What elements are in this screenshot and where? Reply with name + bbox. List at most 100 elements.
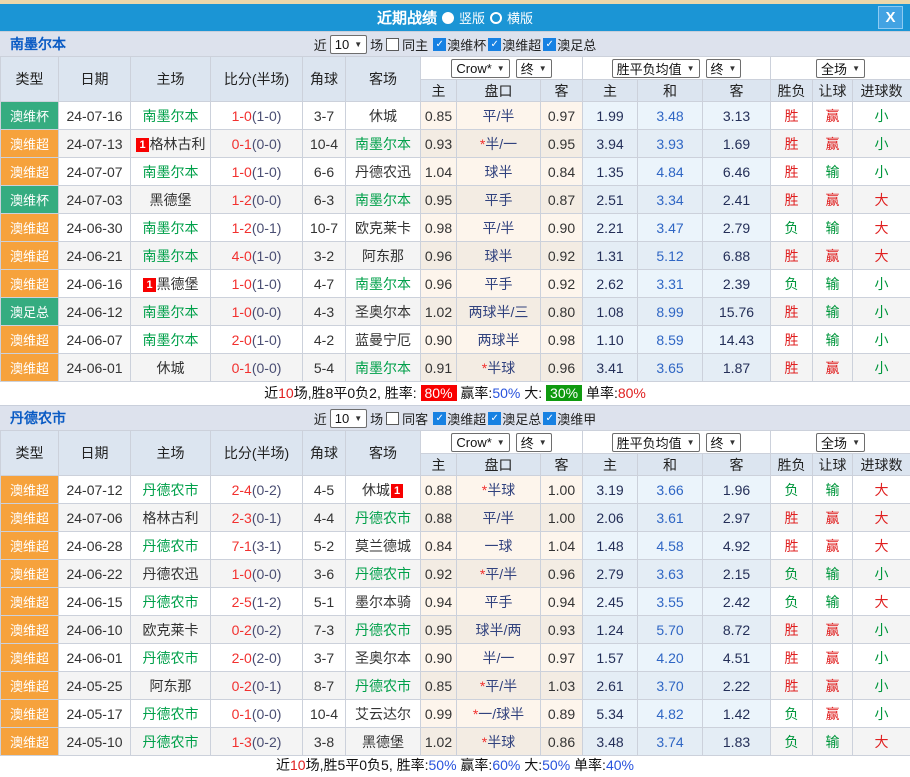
match-date: 24-06-22 bbox=[59, 560, 131, 588]
home-team: 丹德农市 bbox=[131, 700, 211, 728]
col-header-date: 日期 bbox=[59, 431, 131, 476]
league-label[interactable]: 澳维甲 bbox=[557, 409, 596, 428]
summary-segment: 50% bbox=[492, 385, 520, 401]
asian-home-odds: 0.91 bbox=[421, 354, 457, 382]
asian-home-odds: 0.93 bbox=[421, 130, 457, 158]
league-label[interactable]: 澳足总 bbox=[557, 35, 596, 54]
home-team: 丹德农市 bbox=[131, 476, 211, 504]
same-venue-label[interactable]: 同客 bbox=[402, 409, 428, 428]
handicap-line: 平手 bbox=[457, 588, 541, 616]
summary-segment: 60% bbox=[492, 757, 520, 773]
result-goals: 小 bbox=[853, 158, 910, 186]
home-team-name: 南墨尔本 bbox=[143, 304, 199, 320]
score: 1-0(1-0) bbox=[211, 158, 303, 186]
home-team-name: 丹德农市 bbox=[143, 734, 199, 750]
period-select[interactable]: 全场▼ bbox=[816, 59, 865, 78]
chevron-down-icon: ▼ bbox=[354, 40, 362, 49]
asian-away-odds: 0.97 bbox=[541, 102, 583, 130]
avg-time-select[interactable]: 终▼ bbox=[706, 59, 742, 78]
fulltime-score: 7-1 bbox=[232, 538, 252, 554]
asian-home-odds: 1.02 bbox=[421, 298, 457, 326]
odds-time-select[interactable]: 终▼ bbox=[516, 59, 552, 78]
league-checkbox[interactable]: ✓ bbox=[488, 38, 501, 51]
near-label: 近 bbox=[314, 409, 327, 428]
result-handicap: 输 bbox=[813, 560, 853, 588]
same-venue-checkbox[interactable] bbox=[386, 38, 399, 51]
summary-segment: 大: bbox=[520, 385, 546, 401]
asian-away-odds: 0.95 bbox=[541, 130, 583, 158]
filter-bar: 近 10▼ 场 同主 ✓澳维杯✓澳维超✓澳足总 bbox=[314, 35, 596, 54]
chevron-down-icon: ▼ bbox=[852, 64, 860, 73]
match-date: 24-06-21 bbox=[59, 242, 131, 270]
bookmaker-select[interactable]: Crow*▼ bbox=[451, 433, 509, 452]
summary-segment: 单率: bbox=[582, 385, 618, 401]
league-label[interactable]: 澳维超 bbox=[502, 35, 541, 54]
summary-line: 近10场,胜8平0负2, 胜率: 80% 赢率:50% 大: 30% 单率:80… bbox=[0, 382, 910, 405]
horizontal-layout-radio[interactable] bbox=[490, 12, 502, 24]
league-badge: 澳维超 bbox=[1, 504, 59, 532]
league-label[interactable]: 澳维超 bbox=[447, 409, 486, 428]
team-section-away: 丹德农市 近 10▼ 场 同客 ✓澳维超✓澳足总✓澳维甲 类型 日期 主场 比分… bbox=[0, 405, 910, 775]
away-team: 丹德农市 bbox=[346, 616, 421, 644]
result-wdl: 胜 bbox=[771, 158, 813, 186]
same-venue-checkbox[interactable] bbox=[386, 412, 399, 425]
odds-time-select[interactable]: 终▼ bbox=[516, 433, 552, 452]
score: 2-0(1-0) bbox=[211, 326, 303, 354]
euro-home-odds: 2.62 bbox=[583, 270, 638, 298]
away-team-name: 丹德农市 bbox=[355, 510, 411, 526]
league-checkbox[interactable]: ✓ bbox=[488, 412, 501, 425]
league-label[interactable]: 澳维杯 bbox=[447, 35, 486, 54]
period-select[interactable]: 全场▼ bbox=[816, 433, 865, 452]
avg-odds-select[interactable]: 胜平负均值▼ bbox=[612, 433, 700, 452]
league-label[interactable]: 澳足总 bbox=[502, 409, 541, 428]
chevron-down-icon: ▼ bbox=[354, 414, 362, 423]
euro-draw-odds: 4.82 bbox=[638, 700, 703, 728]
games-label: 场 bbox=[370, 409, 383, 428]
euro-home-odds: 1.10 bbox=[583, 326, 638, 354]
table-row: 澳维超24-07-06格林古利2-3(0-1)4-4丹德农市0.88平/半1.0… bbox=[1, 504, 910, 532]
match-count-select[interactable]: 10▼ bbox=[330, 35, 367, 54]
handicap-line: 平/半 bbox=[457, 504, 541, 532]
away-team: 丹德农市 bbox=[346, 672, 421, 700]
away-team-name: 艾云达尔 bbox=[355, 706, 411, 722]
euro-draw-odds: 3.48 bbox=[638, 102, 703, 130]
handicap-line: 两球半 bbox=[457, 326, 541, 354]
table-row: 澳维超24-06-07南墨尔本2-0(1-0)4-2蓝曼宁厄0.90两球半0.9… bbox=[1, 326, 910, 354]
match-count-select[interactable]: 10▼ bbox=[330, 409, 367, 428]
summary-segment: 赢率: bbox=[457, 385, 493, 401]
asian-home-odds: 0.90 bbox=[421, 326, 457, 354]
avg-odds-select[interactable]: 胜平负均值▼ bbox=[612, 59, 700, 78]
handicap-line: *平/半 bbox=[457, 560, 541, 588]
bookmaker-select[interactable]: Crow*▼ bbox=[451, 59, 509, 78]
away-team-name: 休城 bbox=[369, 108, 397, 124]
league-checkbox[interactable]: ✓ bbox=[543, 412, 556, 425]
chevron-down-icon: ▼ bbox=[729, 438, 737, 447]
same-venue-label[interactable]: 同主 bbox=[402, 35, 428, 54]
close-button[interactable]: X bbox=[878, 6, 903, 29]
league-checkbox[interactable]: ✓ bbox=[433, 412, 446, 425]
asian-home-odds: 0.99 bbox=[421, 700, 457, 728]
euro-home-odds: 2.45 bbox=[583, 588, 638, 616]
match-date: 24-07-13 bbox=[59, 130, 131, 158]
score: 7-1(3-1) bbox=[211, 532, 303, 560]
halftime-score: (1-0) bbox=[252, 248, 282, 264]
table-row: 澳维超24-05-17丹德农市0-1(0-0)10-4艾云达尔0.99*一/球半… bbox=[1, 700, 910, 728]
euro-away-odds: 15.76 bbox=[703, 298, 771, 326]
league-checkbox[interactable]: ✓ bbox=[433, 38, 446, 51]
avg-time-select[interactable]: 终▼ bbox=[706, 433, 742, 452]
away-team-name: 丹德农市 bbox=[355, 622, 411, 638]
match-date: 24-07-16 bbox=[59, 102, 131, 130]
horizontal-layout-label[interactable]: 横版 bbox=[507, 8, 533, 27]
halftime-score: (0-0) bbox=[252, 566, 282, 582]
league-badge: 澳维超 bbox=[1, 644, 59, 672]
euro-home-odds: 3.94 bbox=[583, 130, 638, 158]
result-goals: 小 bbox=[853, 644, 910, 672]
summary-segment: 40% bbox=[606, 757, 634, 773]
league-checkbox[interactable]: ✓ bbox=[543, 38, 556, 51]
asian-away-odds: 0.96 bbox=[541, 354, 583, 382]
vertical-layout-radio[interactable] bbox=[442, 12, 454, 24]
home-team-name: 南墨尔本 bbox=[143, 248, 199, 264]
euro-home-odds: 1.99 bbox=[583, 102, 638, 130]
score: 1-2(0-1) bbox=[211, 214, 303, 242]
vertical-layout-label[interactable]: 竖版 bbox=[459, 8, 485, 27]
